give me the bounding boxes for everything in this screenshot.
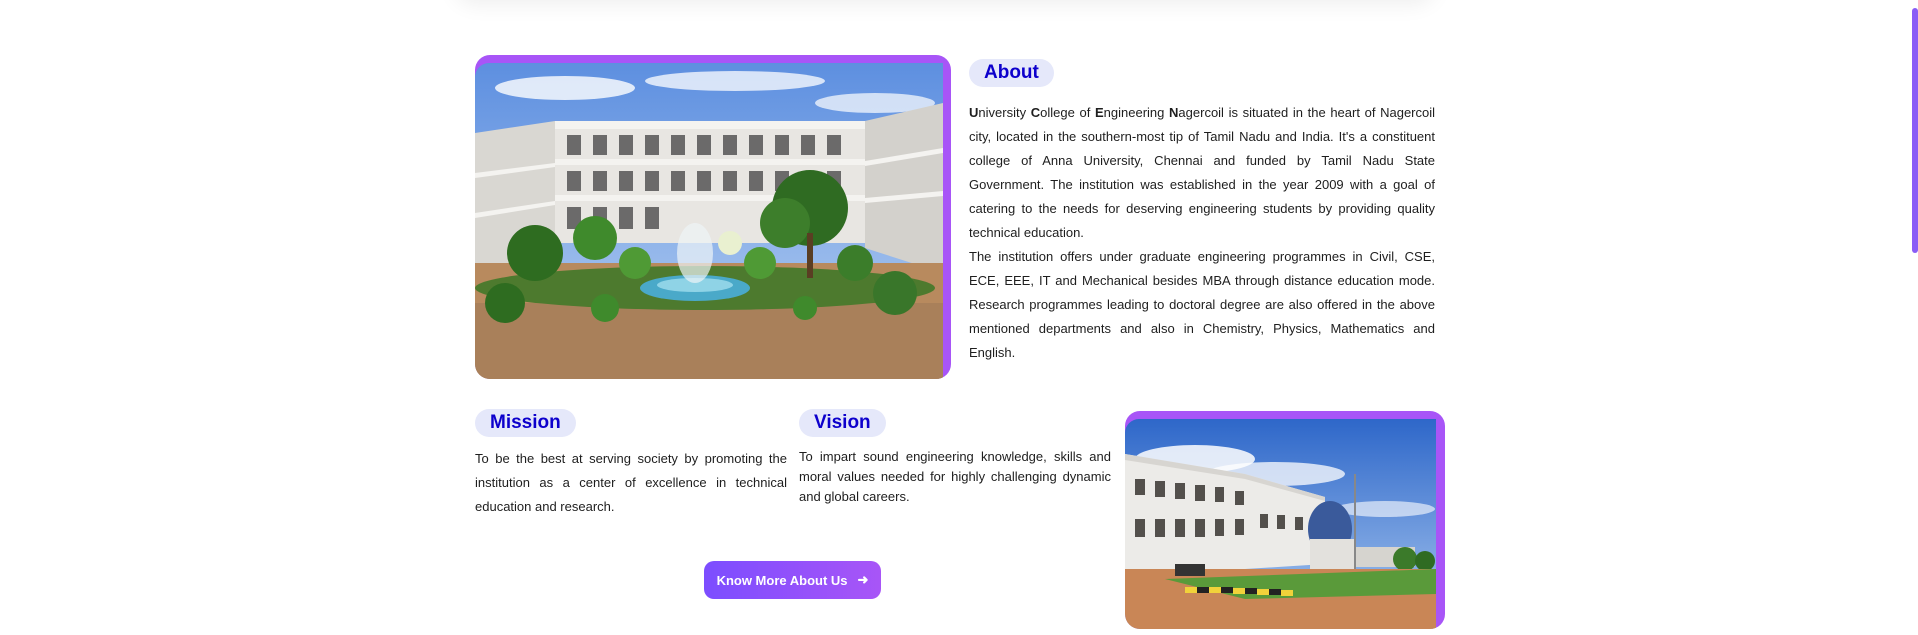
page-scrollbar[interactable]: [1912, 8, 1918, 253]
about-paragraph-2: The institution offers under graduate en…: [969, 249, 1435, 360]
about-text-part: ngineering: [1103, 105, 1170, 120]
about-cap-e: E: [1094, 105, 1104, 120]
know-more-label: Know More About Us: [716, 572, 848, 588]
about-cap-u: U: [969, 105, 979, 120]
arrow-right-icon: ➜: [857, 572, 869, 587]
about-text: University College of Engineering Nagerc…: [969, 101, 1435, 365]
vision-heading: Vision: [799, 409, 886, 437]
about-image-frame: [475, 55, 951, 379]
mission-text: To be the best at serving society by pro…: [475, 451, 787, 514]
about-cap-c: C: [1030, 105, 1041, 120]
college-building-image: [1125, 419, 1436, 629]
about-paragraph-1: University College of Engineering Nagerc…: [969, 101, 1435, 245]
mission-heading: Mission: [475, 409, 576, 437]
about-text-part: agercoil is situated in the heart of Nag…: [969, 105, 1436, 240]
about-heading: About: [969, 59, 1054, 87]
about-cap-n: N: [1169, 105, 1179, 120]
vision-text: To impart sound engineering knowledge, s…: [799, 449, 1111, 504]
know-more-about-us-button[interactable]: Know More About Us ➜: [704, 561, 881, 599]
about-text-part: ollege of: [1040, 105, 1095, 120]
about-text-part: niversity: [978, 105, 1031, 120]
building-image-frame: [1125, 411, 1445, 629]
campus-courtyard-image: [475, 63, 943, 379]
